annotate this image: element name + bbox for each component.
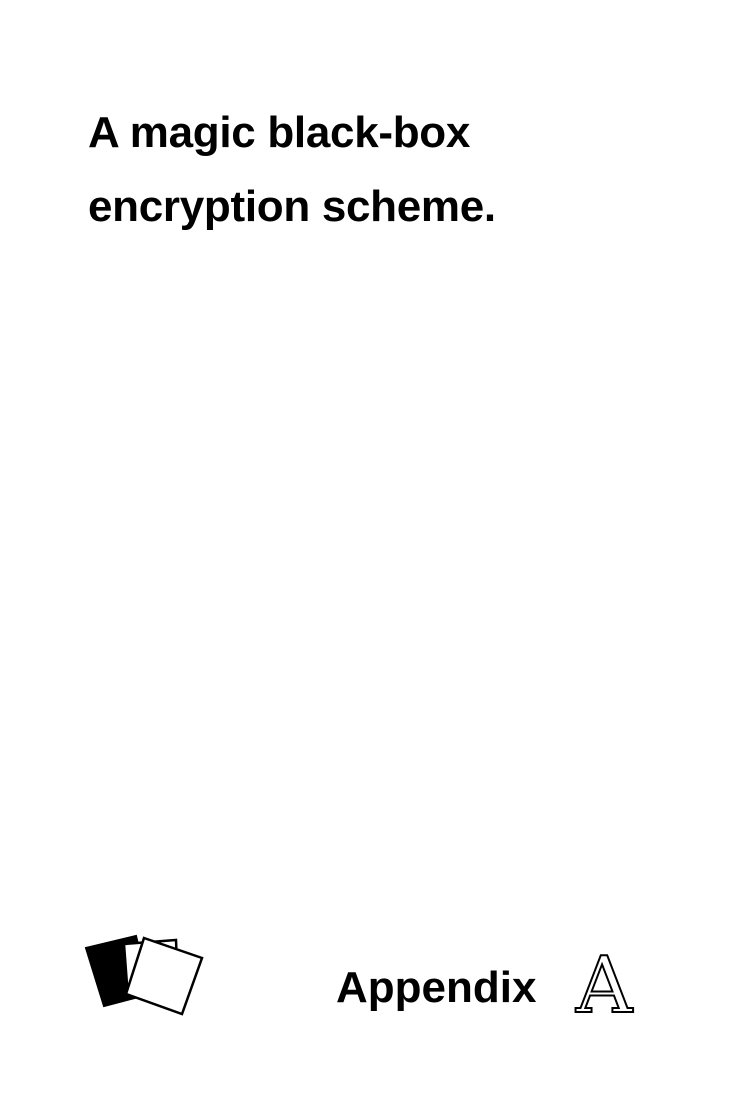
appendix-letter-glyph: A <box>575 944 634 1020</box>
appendix-letter: A <box>574 944 646 1020</box>
card-title: A magic black-box encryption scheme. <box>88 96 648 244</box>
card-title-line-1: A magic black-box <box>88 108 471 157</box>
appendix-label: Appendix <box>336 963 537 1012</box>
card-title-line-2: encryption scheme. <box>88 182 496 231</box>
card-deck-icon <box>84 928 206 1020</box>
